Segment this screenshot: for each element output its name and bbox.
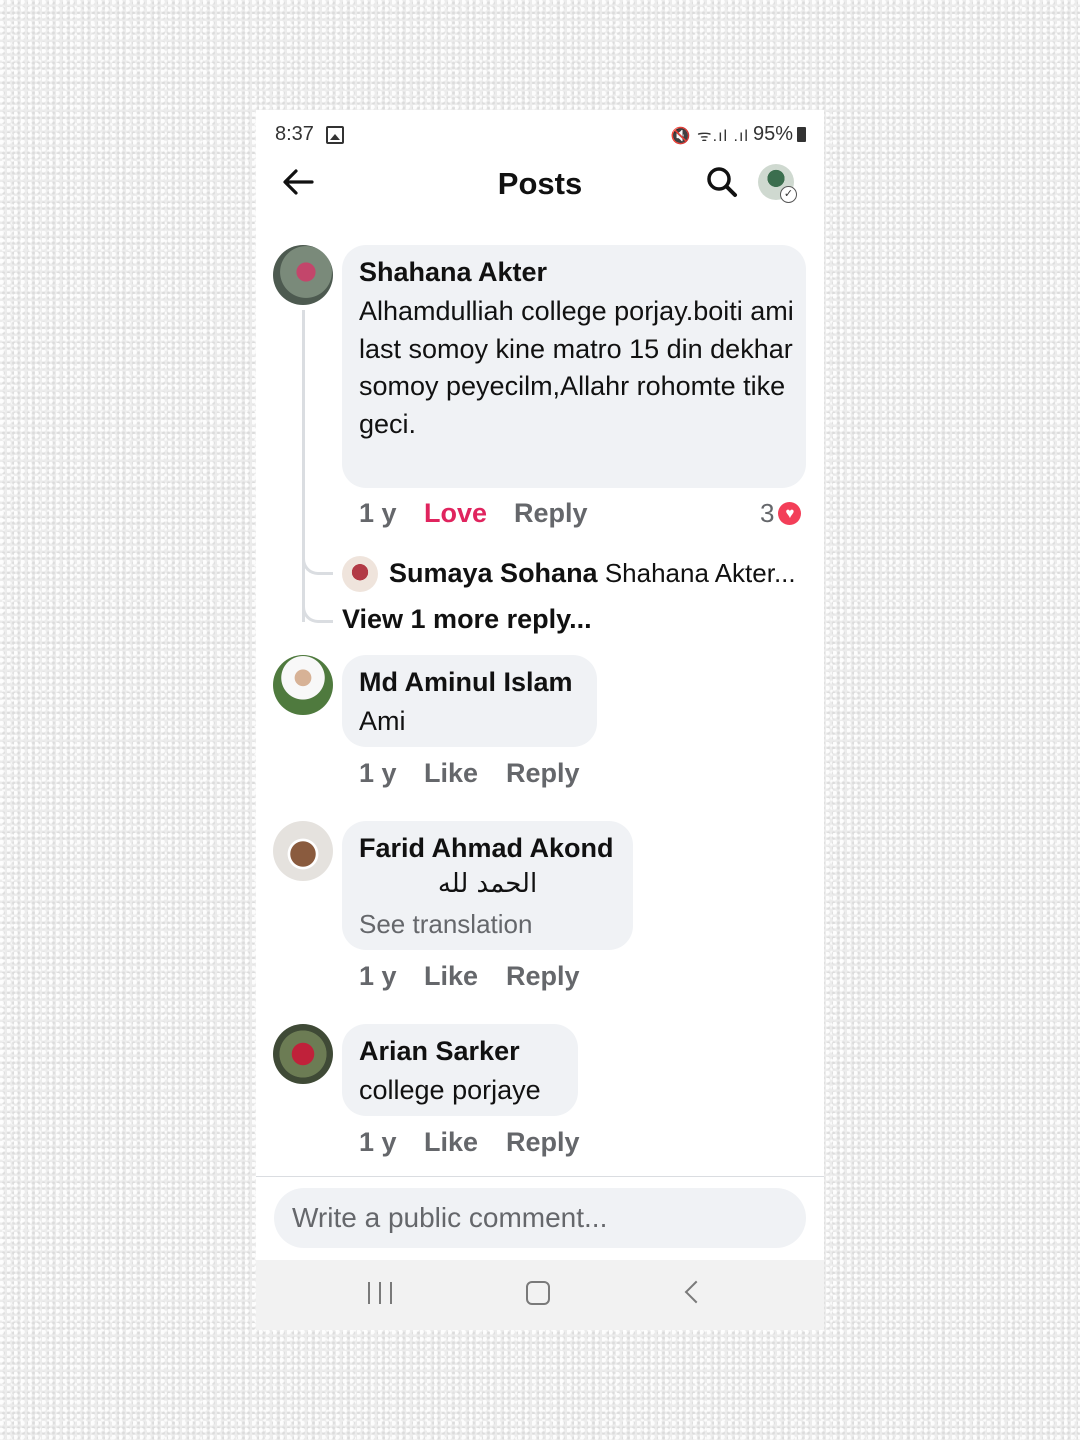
reply-button[interactable]: Reply [506,758,580,789]
comment-text: Alhamdulliah college porjay.boiti ami la… [359,296,794,439]
comment-input[interactable] [274,1188,806,1248]
comment-author[interactable]: Shahana Akter [359,257,547,288]
reply-text: Shahana Akter... [604,558,796,588]
reply-author: Sumaya Sohana [389,558,598,588]
avatar[interactable] [273,821,333,881]
like-button[interactable]: Like [424,1127,478,1158]
battery-percent: 95% [752,123,793,145]
check-icon: ✓ [780,186,797,203]
reaction-count-number: 3 [760,498,775,528]
thread-connector [302,588,333,623]
reply-button[interactable]: Reply [506,961,580,992]
reply-button[interactable]: Reply [514,498,588,529]
comment-author[interactable]: Arian Sarker [359,1036,520,1067]
signal-icon: 🔇 ᯤ.ıl .ıl [670,127,749,145]
comment-bubble: Arian Sarker college porjaye [342,1024,578,1116]
comment-time: 1 y [359,498,397,528]
like-button[interactable]: Like [424,758,478,789]
comment-bubble: Md Aminul Islam Ami [342,655,597,747]
comment-time: 1 y [359,758,397,788]
reply-button[interactable]: Reply [506,1127,580,1158]
reaction-count[interactable]: 3 ♥ [760,498,802,529]
thread-connector [302,540,333,575]
comment-time: 1 y [359,1127,397,1157]
like-button[interactable]: Like [424,961,478,992]
home-icon[interactable] [526,1281,550,1305]
thread-line [302,310,305,622]
comment-bubble: Farid Ahmad Akond الحمد لله See translat… [342,821,633,950]
search-icon[interactable] [704,164,740,200]
comment-text: college porjaye [359,1075,541,1105]
phone-screen: 8:37 🔇 ᯤ.ıl .ıl 95% Posts ✓ Shahana Akte… [256,110,824,1330]
divider [256,1176,824,1177]
avatar[interactable] [273,655,333,715]
see-translation-link[interactable]: See translation [359,909,532,940]
comment-author[interactable]: Md Aminul Islam [359,667,573,698]
comment-text: Ami [359,706,406,736]
reply-preview[interactable]: Sumaya Sohana Shahana Akter... [389,558,796,589]
gallery-icon [326,126,344,144]
battery-icon [797,127,806,142]
profile-avatar[interactable]: ✓ [758,164,797,203]
comment-author[interactable]: Farid Ahmad Akond [359,833,614,864]
view-more-replies[interactable]: View 1 more reply... [342,604,592,635]
comment-bubble: Shahana Akter Alhamdulliah college porja… [342,245,806,488]
recent-apps-icon[interactable] [368,1282,392,1304]
heart-icon: ♥ [778,502,802,525]
comment-time: 1 y [359,961,397,991]
avatar[interactable] [273,1024,333,1084]
status-time: 8:37 [275,123,314,145]
avatar[interactable] [342,556,378,592]
avatar[interactable] [273,245,333,305]
comment-text: الحمد لله [437,869,538,899]
status-indicators: 🔇 ᯤ.ıl .ıl 95% [671,123,806,146]
love-button[interactable]: Love [424,498,487,529]
